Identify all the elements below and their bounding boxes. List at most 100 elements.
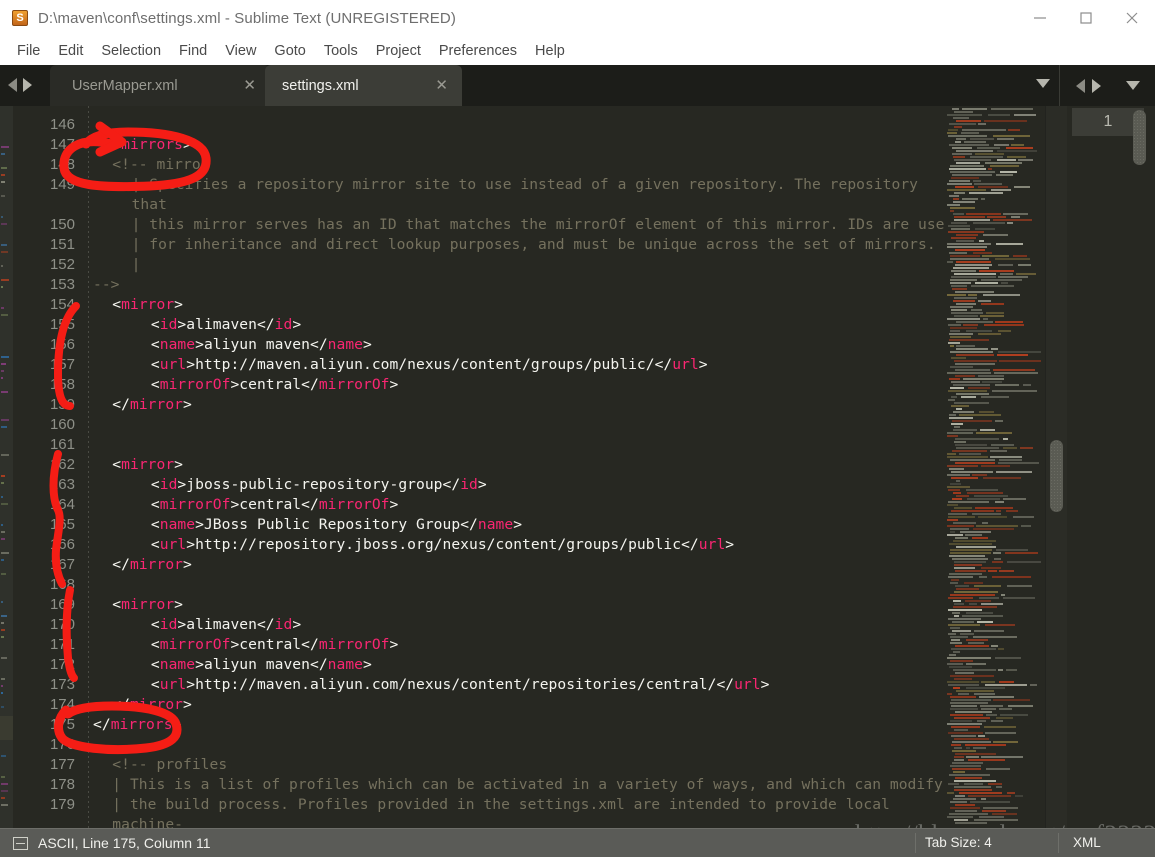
group2-dropdown-icon[interactable] [1126, 81, 1140, 90]
code-line[interactable]: <mirror> [93, 295, 183, 315]
code-line[interactable]: <name>aliyun maven</name> [93, 655, 372, 675]
minimap-code-line [973, 636, 1017, 638]
code-line[interactable]: | this mirror serves has an ID that matc… [93, 215, 945, 235]
code-content[interactable]: <mirrors> <!-- mirror | Specifies a reposi… [93, 106, 945, 828]
code-line[interactable]: | [93, 255, 141, 275]
tab-prev-arrow-icon[interactable] [8, 78, 17, 92]
tab-list-dropdown-icon[interactable] [1036, 79, 1050, 88]
close-button[interactable] [1109, 0, 1155, 36]
code-line[interactable]: <url>http://maven.aliyun.com/nexus/conte… [93, 355, 708, 375]
code-line[interactable]: | This is a list of profiles which can b… [93, 775, 943, 795]
minimap-code-line [999, 459, 1022, 461]
minimap-code-line [949, 417, 973, 419]
minimap-code-line [950, 207, 975, 209]
tab-settings-xml[interactable]: settings.xml ✕ [265, 65, 462, 106]
vertical-scrollbar-thumb[interactable] [1050, 440, 1063, 512]
token-punct: < [150, 376, 160, 393]
menu-item-view[interactable]: View [216, 41, 265, 61]
menu-item-tools[interactable]: Tools [315, 41, 367, 61]
status-divider-2 [1058, 833, 1059, 853]
code-line[interactable]: <url>http://repository.jboss.org/nexus/c… [93, 535, 734, 555]
code-line[interactable]: <mirror> [93, 455, 183, 475]
menu-item-help[interactable]: Help [526, 41, 574, 61]
code-line[interactable]: <url>http://maven.aliyun.com/nexus/conte… [93, 675, 770, 695]
token-punct: </ [681, 536, 699, 553]
tab-close-icon[interactable]: ✕ [243, 78, 256, 93]
tab-close-icon[interactable]: ✕ [435, 78, 448, 93]
tab-next-arrow-icon[interactable] [23, 78, 32, 92]
minimap-code-line [953, 213, 964, 215]
group2-prev-arrow-icon[interactable] [1076, 78, 1085, 93]
minimap-code-line [950, 636, 968, 638]
tab-usermapper-xml[interactable]: UserMapper.xml ✕ [50, 65, 270, 106]
minimap-code-line [975, 507, 1013, 509]
code-line[interactable]: | for inheritance and direct lookup purp… [93, 235, 936, 255]
token-punct: </ [112, 556, 130, 573]
minimap-code-line [953, 606, 997, 608]
code-line[interactable]: that [93, 195, 167, 215]
code-line[interactable]: <name>JBoss Public Repository Group</nam… [93, 515, 522, 535]
secondary-pane[interactable]: 1 [1067, 106, 1155, 828]
code-line[interactable]: <!-- profiles [93, 755, 227, 775]
code-line[interactable]: <mirrorOf>central</mirrorOf> [93, 375, 398, 395]
code-line[interactable]: --> [93, 275, 120, 295]
minimap-code-line [948, 489, 960, 491]
minimap-code-line [951, 726, 980, 728]
code-line[interactable]: | the build process. Profiles provided i… [93, 795, 890, 815]
code-line[interactable]: | Specifies a repository mirror site to … [93, 175, 918, 195]
syntax-status[interactable]: XML [1073, 829, 1101, 857]
maximize-button[interactable] [1063, 0, 1109, 36]
minimap-code-line [952, 741, 991, 743]
minimap-code-line [951, 699, 991, 701]
menu-item-goto[interactable]: Goto [265, 41, 314, 61]
code-line[interactable]: </mirror> [93, 695, 192, 715]
menu-item-find[interactable]: Find [170, 41, 216, 61]
minimap-code-line [947, 132, 957, 134]
code-line[interactable]: </mirror> [93, 395, 192, 415]
menu-item-edit[interactable]: Edit [49, 41, 92, 61]
minimap[interactable] [945, 106, 1045, 828]
line-number: 157 [49, 356, 75, 373]
code-line[interactable]: </mirrors> [93, 715, 181, 735]
group2-next-arrow-icon[interactable] [1092, 78, 1101, 93]
secondary-pane-scrollbar-thumb[interactable] [1133, 110, 1146, 165]
code-line[interactable]: <mirrors> [93, 135, 192, 155]
code-line[interactable]: <name>aliyun maven</name> [93, 335, 372, 355]
minimap-code-line [968, 387, 990, 389]
minimap-code-line [954, 192, 965, 194]
encoding-line-column[interactable]: ASCII, Line 175, Column 11 [38, 835, 211, 851]
menu-item-selection[interactable]: Selection [92, 41, 170, 61]
menu-item-file[interactable]: File [8, 41, 49, 61]
minimap-code-line [947, 525, 974, 527]
code-line[interactable]: <id>jboss-public-repository-group</id> [93, 475, 487, 495]
minimap-code-line [973, 528, 1014, 530]
minimap-code-line [951, 222, 967, 224]
code-line[interactable]: <mirrorOf>central</mirrorOf> [93, 635, 398, 655]
minimap-code-line [955, 753, 996, 755]
code-line[interactable]: <id>alimaven</id> [93, 315, 301, 335]
minimap-code-line [1003, 438, 1008, 440]
minimap-code-line [950, 279, 977, 281]
sliver-code-line [1, 706, 4, 708]
menu-item-preferences[interactable]: Preferences [430, 41, 526, 61]
minimap-code-line [955, 363, 995, 365]
minimap-code-line [1003, 498, 1026, 500]
minimap-code-line [949, 144, 989, 146]
code-line[interactable]: <!-- mirror [93, 155, 210, 175]
code-line[interactable]: <mirror> [93, 595, 183, 615]
minimap-code-line [978, 375, 1004, 377]
token-punct: > [186, 676, 196, 693]
tab-size-status[interactable]: Tab Size: 4 [925, 829, 992, 857]
minimap-code-line [947, 372, 991, 374]
code-line[interactable]: machine- [93, 815, 183, 828]
minimap-code-line [966, 330, 992, 332]
minimap-code-line [985, 732, 1016, 734]
editor-area[interactable]: 146 147 148 149 150 151 152 153 154 155 156 157 158 1… [0, 106, 1155, 828]
code-line[interactable]: <id>alimaven</id> [93, 615, 301, 635]
menu-item-project[interactable]: Project [367, 41, 430, 61]
minimap-code-line [949, 378, 960, 380]
indent-icon[interactable] [13, 836, 28, 850]
minimize-button[interactable] [1017, 0, 1063, 36]
code-line[interactable]: <mirrorOf>central</mirrorOf> [93, 495, 398, 515]
code-line[interactable]: </mirror> [93, 555, 192, 575]
